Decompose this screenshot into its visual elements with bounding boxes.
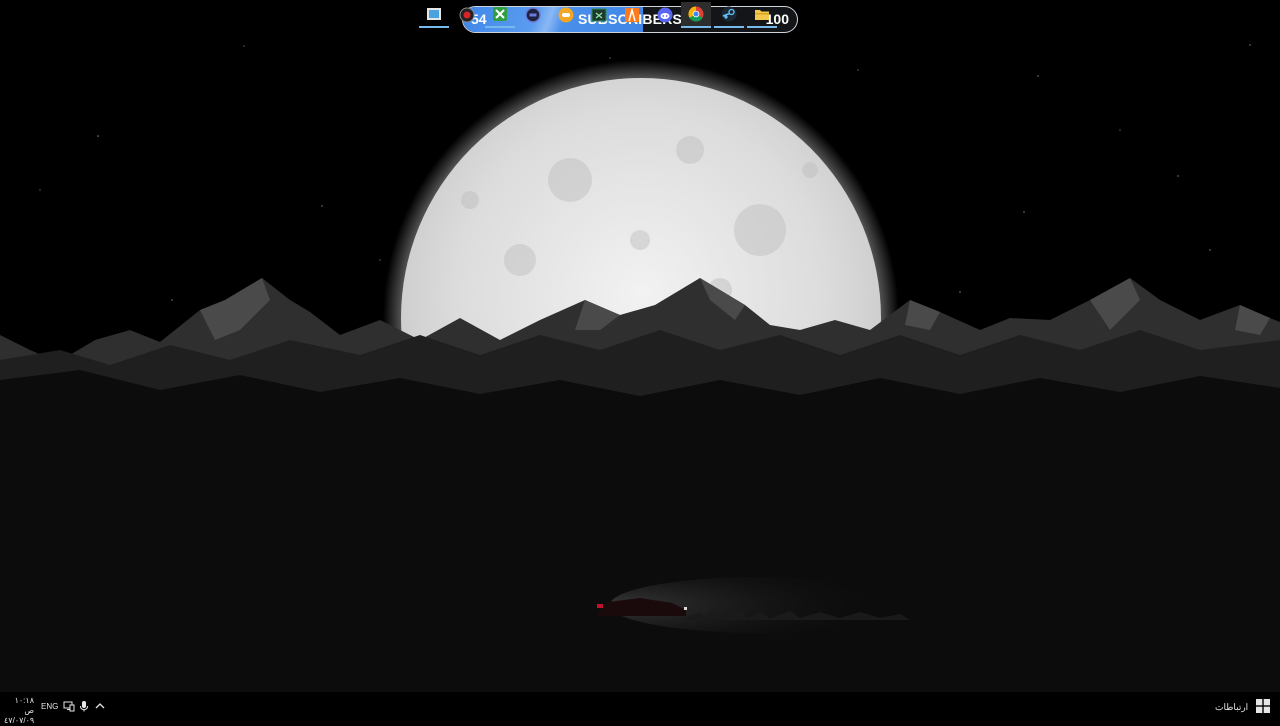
taskbar-app-file-explorer[interactable] (747, 2, 777, 28)
taskbar-app-store[interactable] (419, 2, 449, 28)
steam-icon (721, 6, 737, 22)
taskbar-app-steam[interactable] (714, 2, 744, 28)
taskbar-app-chat[interactable] (551, 2, 581, 28)
xbox-icon (493, 7, 507, 21)
taskbar-app-widget[interactable] (518, 2, 548, 28)
language-indicator[interactable]: ENG (41, 702, 58, 711)
chat-icon (558, 7, 574, 23)
flstudio-icon (625, 7, 639, 22)
discord-icon (657, 7, 673, 23)
chrome-icon (688, 6, 704, 22)
chevron-up-icon[interactable] (94, 700, 106, 712)
taskbar-app-recorder[interactable] (452, 2, 482, 28)
network-icon[interactable] (63, 700, 75, 712)
clock[interactable]: ١٠:١٨ ص ٤٧/٠٧/٠٩ (4, 696, 34, 726)
taskbar-app-chrome[interactable] (681, 2, 711, 28)
taskbar-app-flstudio[interactable] (617, 2, 647, 28)
clock-date: ٤٧/٠٧/٠٩ (4, 716, 35, 725)
windows-start-icon[interactable] (1256, 699, 1270, 713)
taskbar-app-terminal[interactable] (584, 2, 614, 28)
taskbar-app-xbox[interactable] (485, 2, 515, 28)
mountain-range (0, 278, 1280, 720)
microphone-icon[interactable] (78, 700, 90, 712)
terminal-icon (591, 8, 607, 22)
taskbar (0, 692, 1280, 720)
app-store-icon (427, 8, 441, 20)
taskbar-app-discord[interactable] (650, 2, 680, 28)
desktop[interactable] (0, 0, 1280, 720)
clock-time: ١٠:١٨ ص (14, 696, 34, 715)
widget-icon (525, 7, 541, 23)
recorder-icon (459, 7, 475, 23)
links-toolbar[interactable]: ارتباطات (1215, 702, 1248, 713)
file-explorer-icon (755, 10, 769, 20)
wallpaper (0, 44, 1280, 720)
